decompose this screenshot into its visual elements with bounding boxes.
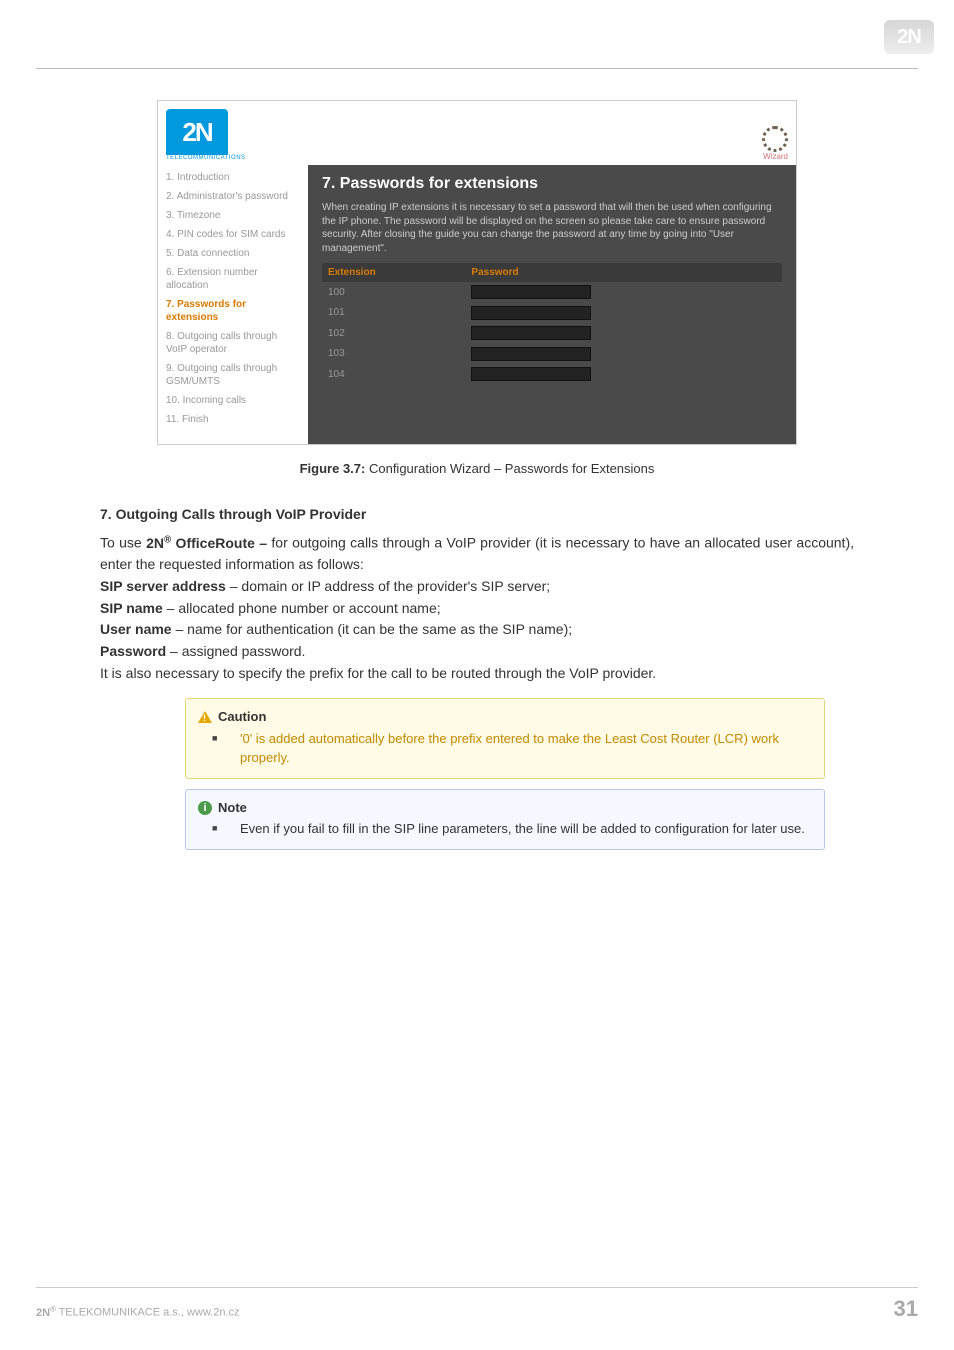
password-input[interactable] <box>471 347 591 361</box>
sip-name-line: SIP name – allocated phone number or acc… <box>100 598 854 620</box>
wizard-nav-item[interactable]: 8. Outgoing calls through VoIP operator <box>166 330 300 356</box>
table-row: 101 <box>322 303 782 324</box>
extensions-table: Extension Password 100 101 102 <box>322 263 782 385</box>
password-input[interactable] <box>471 367 591 381</box>
paragraph-prefix: It is also necessary to specify the pref… <box>100 663 854 685</box>
note-body: Even if you fail to fill in the SIP line… <box>198 819 812 839</box>
caution-heading: Caution <box>218 707 266 727</box>
paragraph-intro: To use 2N® OfficeRoute – for outgoing ca… <box>100 532 854 576</box>
ext-cell: 103 <box>322 344 465 365</box>
note-callout: i Note Even if you fail to fill in the S… <box>185 789 825 850</box>
wizard-nav: 1. Introduction 2. Administrator's passw… <box>158 165 308 444</box>
wizard-nav-item[interactable]: 6. Extension number allocation <box>166 266 300 292</box>
figure-caption-text: Configuration Wizard – Passwords for Ext… <box>365 461 654 476</box>
col-password: Password <box>465 263 782 282</box>
caution-callout: Caution '0' is added automatically befor… <box>185 698 825 779</box>
password-input[interactable] <box>471 326 591 340</box>
wizard-nav-item[interactable]: 9. Outgoing calls through GSM/UMTS <box>166 362 300 388</box>
ext-cell: 100 <box>322 282 465 303</box>
wizard-nav-item[interactable]: 1. Introduction <box>166 171 300 184</box>
footer-company: 2N® TELEKOMUNIKACE a.s., www.2n.cz <box>36 1304 240 1319</box>
wizard-brand-sub: TELECOMMUNICATIONS <box>166 155 246 161</box>
wizard-nav-item[interactable]: 11. Finish <box>166 413 300 426</box>
figure-caption-label: Figure 3.7: <box>300 461 366 476</box>
user-name-line: User name – name for authentication (it … <box>100 619 854 641</box>
wizard-step-intro: When creating IP extensions it is necess… <box>322 201 782 255</box>
wizard-nav-item[interactable]: 5. Data connection <box>166 247 300 260</box>
wizard-icon: Wizard <box>748 121 788 161</box>
table-row: 100 <box>322 282 782 303</box>
wizard-brand-logo: 2N <box>166 109 228 155</box>
wizard-nav-item[interactable]: 4. PIN codes for SIM cards <box>166 228 300 241</box>
wizard-nav-item[interactable]: 2. Administrator's password <box>166 190 300 203</box>
section-heading: 7. Outgoing Calls through VoIP Provider <box>100 506 854 522</box>
ext-cell: 104 <box>322 364 465 385</box>
header-rule <box>36 68 918 69</box>
wizard-nav-item[interactable]: 10. Incoming calls <box>166 394 300 407</box>
wizard-step-title: 7. Passwords for extensions <box>322 175 782 193</box>
note-heading: Note <box>218 798 247 818</box>
wizard-screenshot: 2N TELECOMMUNICATIONS Wizard 1. Introduc… <box>157 100 797 445</box>
ext-cell: 101 <box>322 303 465 324</box>
brand-logo-top: 2N <box>884 20 934 54</box>
page-number: 31 <box>894 1296 918 1322</box>
table-row: 103 <box>322 344 782 365</box>
password-input[interactable] <box>471 285 591 299</box>
wizard-icon-label: Wizard <box>763 152 788 161</box>
warning-icon <box>198 711 212 723</box>
password-input[interactable] <box>471 306 591 320</box>
col-extension: Extension <box>322 263 465 282</box>
caution-body: '0' is added automatically before the pr… <box>198 729 812 768</box>
wizard-nav-item[interactable]: 3. Timezone <box>166 209 300 222</box>
sip-server-line: SIP server address – domain or IP addres… <box>100 576 854 598</box>
table-row: 102 <box>322 323 782 344</box>
info-icon: i <box>198 801 212 815</box>
ext-cell: 102 <box>322 323 465 344</box>
table-row: 104 <box>322 364 782 385</box>
figure-caption: Figure 3.7: Configuration Wizard – Passw… <box>100 461 854 476</box>
wizard-nav-item-active[interactable]: 7. Passwords for extensions <box>166 298 300 324</box>
password-line: Password – assigned password. <box>100 641 854 663</box>
